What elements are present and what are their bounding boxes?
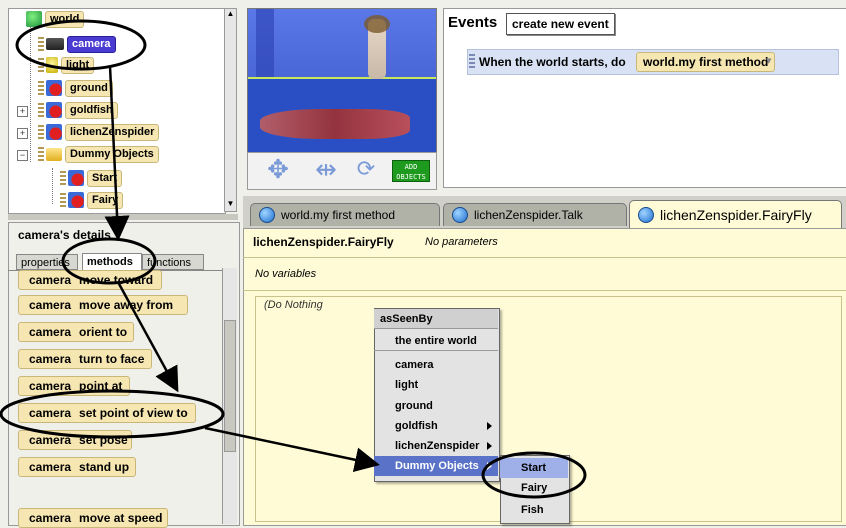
object-icon [46,80,62,96]
folder-icon [46,147,62,161]
menu-item-ground[interactable]: ground [374,396,498,416]
object-icon [68,192,84,208]
menu-item-dummy-objects[interactable]: Dummy Objects [374,456,498,476]
drag-handle-icon[interactable] [38,37,44,51]
tree-item-light[interactable]: light [46,56,95,74]
tree-item-goldfish[interactable]: goldfish [46,101,118,119]
tab-methods[interactable]: methods [82,253,142,271]
camera-icon [46,38,64,50]
globe-icon [26,11,42,27]
method-title: lichenZenspider.FairyFly [253,235,394,249]
method-ball-icon [638,206,654,223]
submenu-item-fish[interactable]: Fish [500,500,568,520]
method-orient-to[interactable]: camera orient to [18,322,134,342]
move-camera-icon[interactable]: ✥ [258,155,298,183]
create-new-event-button[interactable]: create new event [506,13,615,35]
tree-item-ground[interactable]: ground [46,79,113,97]
object-icon [46,124,62,140]
collapse-icon[interactable]: − [17,150,28,161]
add-objects-button[interactable]: ADD OBJECTS [392,160,430,182]
events-title: Events [448,14,498,31]
parameters-label: No parameters [425,236,498,248]
menu-item-the-entire-world[interactable]: the entire world [374,331,498,351]
event-trigger-text: When the world starts, do [479,55,626,69]
drag-handle-icon[interactable] [38,103,44,117]
drag-handle-icon[interactable] [38,81,44,95]
dropdown-arrow-icon[interactable]: ▾ [766,54,772,67]
menu-item-light[interactable]: light [374,375,498,395]
scroll-up-icon[interactable]: ▲ [226,10,235,18]
tree-item-camera[interactable]: camera [46,35,116,53]
pan-camera-icon[interactable]: ⇹ [302,155,350,183]
scroll-down-icon[interactable]: ▼ [226,200,235,208]
expand-icon[interactable]: + [17,106,28,117]
submenu-arrow-icon [487,422,492,430]
details-title: camera's details [18,228,111,242]
tab-lichenzenspider-talk[interactable]: lichenZenspider.Talk [443,203,627,226]
method-turn-to-face[interactable]: camera turn to face [18,349,152,369]
tree-item-lichenzenspider[interactable]: lichenZenspider [46,123,160,141]
lightbulb-icon [46,57,58,73]
method-set-point-of-view-to[interactable]: camera set point of view to [18,403,196,423]
drag-handle-icon[interactable] [60,193,66,207]
method-stand-up[interactable]: camera stand up [18,457,136,477]
method-point-at[interactable]: camera point at [18,376,130,396]
tab-lichenzenspider-fairyfly[interactable]: lichenZenspider.FairyFly [629,200,842,228]
tree-item-dummy-objects[interactable]: Dummy Objects [46,145,159,163]
rotate-camera-icon[interactable]: ⟳ [356,156,376,182]
drag-handle-icon[interactable] [469,54,475,68]
drag-handle-icon[interactable] [60,171,66,185]
drag-handle-icon[interactable] [38,125,44,139]
submenu-arrow-icon [487,442,492,450]
divider [243,290,846,291]
splitter[interactable] [8,214,238,220]
object-tree-scrollbar[interactable] [224,8,237,212]
submenu-arrow-icon [487,462,492,470]
tab-properties[interactable]: properties [16,254,78,270]
submenu-item-start[interactable]: Start [500,458,568,478]
tree-item-world[interactable]: world [26,10,85,28]
tab-functions[interactable]: functions [142,254,204,270]
object-icon [46,102,62,118]
menu-item-goldfish[interactable]: goldfish [374,416,498,436]
variables-label: No variables [255,268,317,280]
method-ball-icon [259,207,275,223]
events-panel [443,8,846,188]
method-move-away-from[interactable]: camera move away from [18,295,188,315]
do-nothing-placeholder: (Do Nothing [264,299,323,311]
method-set-pose[interactable]: camera set pose [18,430,132,450]
divider [243,257,846,258]
menu-header: asSeenBy [374,309,498,329]
drag-handle-icon[interactable] [38,147,44,161]
tab-world-my-first-method[interactable]: world.my first method [250,203,440,226]
tree-item-fairy[interactable]: Fairy [68,191,124,209]
scrollbar-thumb[interactable] [224,320,236,452]
tree-item-start[interactable]: Start [68,169,123,187]
expand-icon[interactable]: + [17,128,28,139]
menu-item-camera[interactable]: camera [374,355,498,375]
method-move-at-speed[interactable]: camera move at speed [18,508,168,528]
menu-item-lichenzenspider[interactable]: lichenZenspider [374,436,498,456]
submenu-item-fairy[interactable]: Fairy [500,478,568,498]
drag-handle-icon[interactable] [38,58,44,72]
method-ball-icon [452,207,468,223]
event-method-tile[interactable]: world.my first method [636,52,776,72]
object-icon [68,170,84,186]
goldfish-image [260,109,410,139]
method-move-toward[interactable]: camera move toward [18,270,162,290]
